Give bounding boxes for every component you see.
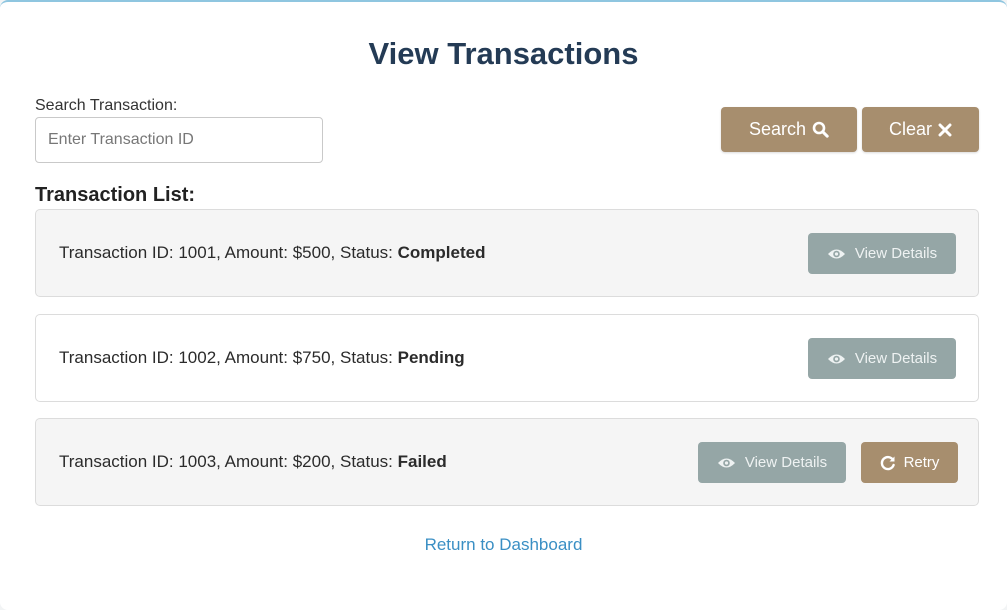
page-title: View Transactions bbox=[368, 36, 639, 71]
transaction-status: Pending bbox=[397, 348, 465, 367]
retry-button[interactable]: Retry bbox=[861, 442, 958, 483]
view-details-button[interactable]: View Details bbox=[808, 338, 956, 379]
view-details-label: View Details bbox=[744, 454, 828, 471]
clear-button[interactable]: Clear bbox=[862, 107, 979, 152]
view-details-button[interactable]: View Details bbox=[698, 442, 846, 483]
return-to-dashboard-link[interactable]: Return to Dashboard bbox=[425, 535, 583, 554]
eye-icon bbox=[717, 457, 736, 469]
close-icon bbox=[938, 123, 952, 137]
transaction-summary: Transaction ID: 1002, Amount: $750, Stat… bbox=[59, 315, 465, 401]
transaction-info: Transaction ID: 1002, Amount: $750, Stat… bbox=[59, 348, 398, 367]
transaction-status: Failed bbox=[397, 452, 447, 471]
transaction-list-heading: Transaction List: bbox=[35, 184, 196, 206]
retry-icon bbox=[880, 455, 896, 471]
view-details-label: View Details bbox=[854, 245, 938, 262]
transaction-info: Transaction ID: 1003, Amount: $200, Stat… bbox=[59, 452, 398, 471]
transaction-info: Transaction ID: 1001, Amount: $500, Stat… bbox=[59, 243, 398, 262]
view-details-button[interactable]: View Details bbox=[808, 233, 956, 274]
transactions-card: View Transactions Search Transaction: Se… bbox=[0, 0, 1007, 610]
retry-label: Retry bbox=[903, 454, 940, 471]
search-button[interactable]: Search bbox=[721, 107, 857, 152]
eye-icon bbox=[827, 353, 846, 365]
eye-icon bbox=[827, 248, 846, 260]
search-button-label: Search bbox=[748, 119, 807, 139]
transaction-summary: Transaction ID: 1001, Amount: $500, Stat… bbox=[59, 210, 485, 296]
transaction-row: Transaction ID: 1002, Amount: $750, Stat… bbox=[35, 314, 979, 402]
view-details-label: View Details bbox=[854, 350, 938, 367]
clear-button-label: Clear bbox=[888, 119, 932, 139]
search-icon bbox=[812, 121, 829, 138]
transaction-search-input[interactable] bbox=[35, 117, 323, 163]
transaction-summary: Transaction ID: 1003, Amount: $200, Stat… bbox=[59, 419, 447, 505]
search-label: Search Transaction: bbox=[35, 97, 178, 114]
footer-link-container: Return to Dashboard bbox=[0, 535, 1007, 555]
transaction-row: Transaction ID: 1003, Amount: $200, Stat… bbox=[35, 418, 979, 506]
transaction-row: Transaction ID: 1001, Amount: $500, Stat… bbox=[35, 209, 979, 297]
transaction-status: Completed bbox=[397, 243, 486, 262]
